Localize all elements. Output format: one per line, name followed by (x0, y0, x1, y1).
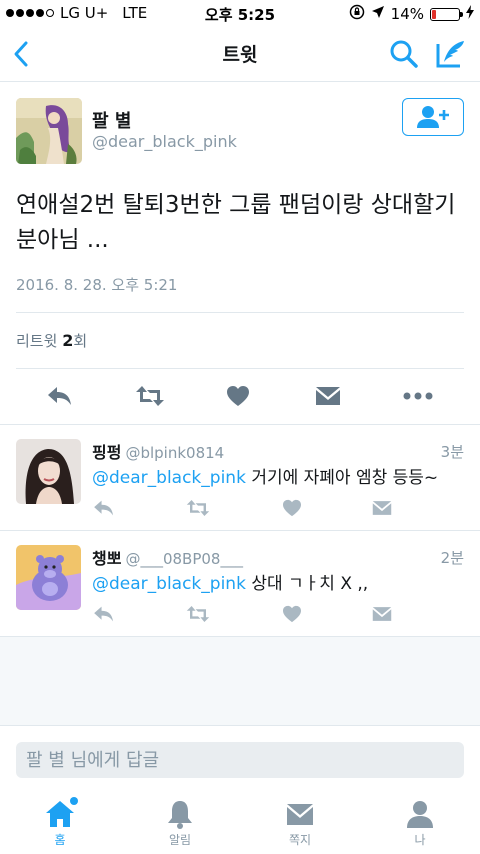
retweets-count: 2 (62, 331, 74, 350)
divider (16, 368, 464, 369)
person-icon (404, 799, 436, 829)
reply-button[interactable] (92, 603, 116, 625)
reply-icon (94, 500, 113, 516)
like-button[interactable] (222, 380, 254, 412)
reply-button[interactable] (44, 380, 76, 412)
search-button[interactable] (388, 38, 420, 70)
reply-time: 2분 (440, 549, 464, 567)
retweets-unit: 회 (73, 332, 88, 350)
home-icon (44, 797, 78, 829)
retweet-icon (136, 386, 164, 406)
direct-message-button[interactable] (370, 497, 394, 519)
chevron-left-icon (14, 41, 28, 67)
reply-icon (48, 387, 71, 405)
heart-icon (283, 605, 301, 623)
retweet-button[interactable] (186, 497, 210, 519)
reply-author: 핑펑 @blpink0814 (92, 439, 224, 463)
heart-icon (227, 386, 249, 406)
battery-percent: 14% (390, 5, 424, 23)
reply-author-handle: @blpink0814 (125, 444, 225, 462)
navigation-bar: 트윗 (0, 26, 480, 82)
compose-tweet-button[interactable] (434, 38, 468, 70)
reply-tweet[interactable]: 핑펑 @blpink0814 3분 @dear_black_pink 거기에 자폐… (0, 425, 480, 531)
reply-input[interactable] (16, 742, 464, 778)
tab-bar: 홈 알림 쪽지 나 (0, 787, 480, 854)
retweet-icon (186, 500, 210, 516)
back-button[interactable] (8, 38, 38, 70)
battery-icon (430, 7, 463, 21)
tab-label: 쪽지 (288, 833, 312, 847)
reply-text: @dear_black_pink 거기에 자폐아 엠창 등등~ (92, 463, 438, 488)
tab-home[interactable]: 홈 (0, 797, 120, 851)
add-user-icon (417, 106, 449, 128)
orientation-lock-icon (349, 4, 365, 24)
retweet-button[interactable] (134, 380, 166, 412)
retweets-label: 리트윗 (16, 332, 58, 350)
reply-time: 3분 (440, 443, 464, 461)
tab-messages[interactable]: 쪽지 (240, 799, 360, 851)
reply-icon (94, 606, 113, 622)
retweet-stats[interactable]: 리트윗 2회 (16, 330, 87, 351)
tweet-timestamp: 2016. 8. 28. 오후 5:21 (16, 276, 178, 294)
reply-author-name: 챙뽀 (92, 549, 122, 568)
status-right: 14% (349, 4, 474, 24)
charging-bolt-icon (466, 5, 474, 23)
author-name: 팔 별 (92, 111, 132, 132)
reply-author-name: 핑펑 (92, 443, 122, 462)
empty-area (0, 637, 480, 725)
envelope-icon (372, 501, 392, 515)
tab-label: 나 (414, 833, 426, 847)
envelope-icon (316, 387, 340, 405)
more-dots-icon (403, 392, 433, 400)
envelope-icon (284, 799, 316, 829)
mention-link[interactable]: @dear_black_pink (92, 574, 246, 594)
author-handle: @dear_black_pink (92, 132, 237, 151)
envelope-icon (372, 607, 392, 621)
avatar[interactable] (16, 439, 81, 504)
reply-body: 거기에 자폐아 엠창 등등~ (245, 468, 439, 488)
new-content-dot (70, 797, 78, 805)
like-button[interactable] (280, 603, 304, 625)
bell-icon (164, 799, 196, 829)
tab-label: 알림 (168, 833, 192, 847)
tab-label: 홈 (54, 833, 66, 847)
mention-link[interactable]: @dear_black_pink (92, 468, 246, 488)
reply-actions (92, 603, 412, 627)
reply-button[interactable] (92, 497, 116, 519)
reply-composer (0, 725, 480, 787)
tweet-actions (0, 380, 480, 416)
direct-message-button[interactable] (312, 380, 344, 412)
reply-tweet[interactable]: 챙뽀 @___08BP08___ 2분 @dear_black_pink 상대 ㄱ… (0, 531, 480, 637)
more-options-button[interactable] (402, 380, 434, 412)
location-arrow-icon (371, 5, 385, 23)
reply-text: @dear_black_pink 상대 ㄱㅏ치 X ,, (92, 569, 368, 594)
tweet-text: 연애설2번 탈퇴3번한 그룹 팬덤이랑 상대할기분아님 ... (16, 192, 456, 253)
tab-me[interactable]: 나 (360, 799, 480, 851)
reply-author: 챙뽀 @___08BP08___ (92, 545, 243, 569)
retweet-button[interactable] (186, 603, 210, 625)
avatar[interactable] (16, 545, 81, 610)
reply-body: 상대 ㄱㅏ치 X ,, (245, 574, 369, 594)
status-bar: LG U+ LTE 오후 5:25 14% (0, 0, 480, 26)
tab-notifications[interactable]: 알림 (120, 799, 240, 851)
heart-icon (283, 499, 301, 517)
reply-author-handle: @___08BP08___ (125, 550, 243, 568)
follow-button[interactable] (402, 98, 464, 136)
search-icon (390, 40, 418, 68)
compose-quill-icon (436, 41, 464, 68)
like-button[interactable] (280, 497, 304, 519)
direct-message-button[interactable] (370, 603, 394, 625)
divider (16, 312, 464, 313)
reply-actions (92, 497, 412, 521)
retweet-icon (186, 606, 210, 622)
avatar[interactable] (16, 98, 82, 164)
